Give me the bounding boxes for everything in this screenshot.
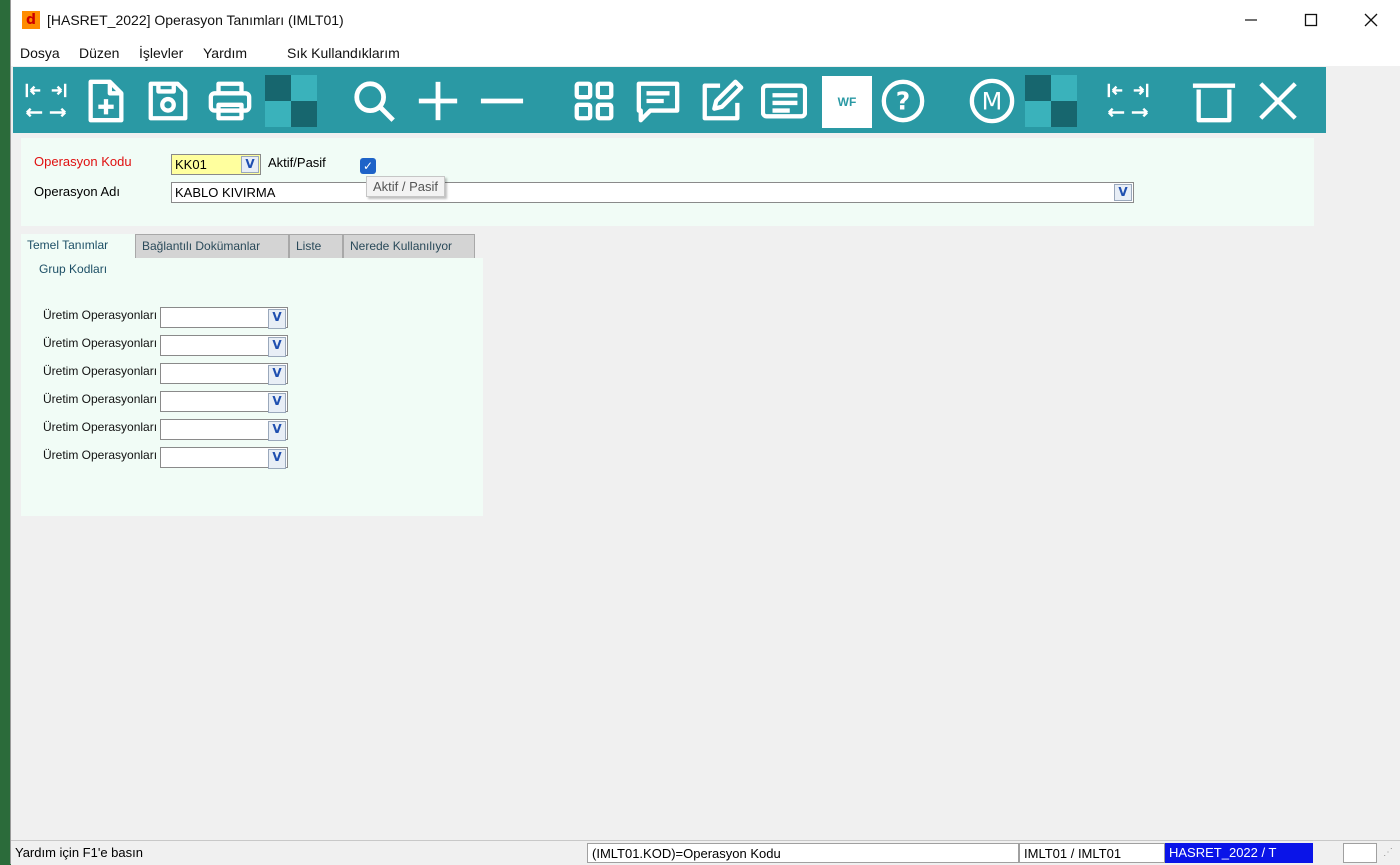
remove-button[interactable] (475, 75, 529, 127)
operasyon-kodu-value: KK01 (175, 157, 207, 172)
separator-pattern-1 (265, 75, 319, 127)
delete-button[interactable] (1187, 75, 1241, 127)
tab-temel-tanimlar[interactable]: Temel Tanımlar (21, 234, 135, 258)
help-button[interactable]: ? (876, 75, 930, 127)
maximize-icon (1304, 13, 1318, 27)
add-icon (418, 81, 458, 121)
m-icon: M (969, 78, 1015, 124)
minimize-button[interactable] (1220, 0, 1282, 40)
group-row-dropdown-button[interactable]: V (268, 449, 286, 469)
menu-dosya[interactable]: Dosya (20, 45, 60, 61)
toolbar: WF ? M (13, 67, 1326, 133)
app-logo-icon: d (22, 11, 40, 29)
operasyon-adi-field[interactable]: KABLO KIVIRMA V (171, 182, 1134, 203)
delete-icon (1192, 83, 1236, 123)
grup-kodlari-panel (21, 258, 483, 516)
status-help-text: Yardım için F1'e basın (15, 845, 143, 860)
edit-button[interactable] (695, 75, 749, 127)
status-field-info: (IMLT01.KOD)=Operasyon Kodu (587, 843, 1019, 863)
group-row-combo[interactable]: V (160, 391, 288, 413)
close-form-button[interactable] (1251, 75, 1305, 127)
navigate-button[interactable] (1101, 75, 1155, 127)
m-button[interactable]: M (965, 75, 1019, 127)
tab-nerede-kullaniliyor[interactable]: Nerede Kullanılıyor (343, 234, 475, 258)
group-row-combo[interactable]: V (160, 447, 288, 469)
grid-view-button[interactable] (567, 75, 621, 127)
menu-islevler[interactable]: İşlevler (139, 45, 183, 61)
grid-icon (574, 81, 614, 121)
operasyon-adi-label: Operasyon Adı (34, 184, 120, 199)
aktif-pasif-checkbox[interactable]: ✓ (360, 158, 376, 174)
group-row-label: Üretim Operasyonları (43, 336, 158, 350)
operasyon-adi-value: KABLO KIVIRMA (175, 185, 276, 200)
group-row-dropdown-button[interactable]: V (268, 337, 286, 357)
edit-icon (702, 79, 744, 121)
save-button[interactable] (141, 75, 195, 127)
operasyon-kodu-dropdown-button[interactable]: V (241, 156, 259, 173)
print-button[interactable] (203, 75, 257, 127)
menu-sik-kullandiklarim[interactable]: Sık Kullandıklarım (287, 45, 400, 61)
help-icon: ? (881, 79, 925, 123)
group-row-label: Üretim Operasyonları (43, 364, 158, 378)
menu-yardim[interactable]: Yardım (203, 45, 247, 61)
close-icon (1259, 82, 1297, 120)
help-symbol: ? (896, 87, 910, 116)
window-title: [HASRET_2022] Operasyon Tanımları (IMLT0… (47, 12, 344, 28)
group-row-dropdown-button[interactable]: V (268, 421, 286, 441)
group-row-dropdown-button[interactable]: V (268, 365, 286, 385)
operasyon-kodu-label: Operasyon Kodu (34, 154, 132, 169)
status-extra-cell (1343, 843, 1377, 863)
tab-baglantili-dokumanlar[interactable]: Bağlantılı Dokümanlar (135, 234, 289, 258)
operasyon-kodu-field[interactable]: KK01 V (171, 154, 261, 175)
m-symbol: M (982, 88, 1003, 116)
aktif-pasif-label: Aktif/Pasif (268, 155, 326, 170)
workflow-button[interactable]: WF (822, 76, 872, 128)
add-button[interactable] (411, 75, 465, 127)
group-row-label: Üretim Operasyonları (43, 392, 158, 406)
status-bar: Yardım için F1'e basın (IMLT01.KOD)=Oper… (11, 840, 1400, 865)
group-row-label: Üretim Operasyonları (43, 448, 158, 462)
group-row-combo[interactable]: V (160, 307, 288, 329)
separator-pattern-2 (1025, 75, 1079, 127)
first-last-nav-icon (25, 83, 67, 118)
close-window-button[interactable] (1340, 0, 1400, 40)
group-row-dropdown-button[interactable]: V (268, 309, 286, 329)
grup-kodlari-title: Grup Kodları (39, 262, 108, 276)
status-company: HASRET_2022 / T (1165, 843, 1313, 863)
tab-liste[interactable]: Liste (289, 234, 343, 258)
title-bar: d [HASRET_2022] Operasyon Tanımları (IML… (11, 0, 1400, 40)
minimize-icon (1245, 19, 1257, 21)
menu-bar: Dosya Düzen İşlevler Yardım Sık Kullandı… (11, 40, 1400, 66)
maximize-button[interactable] (1280, 0, 1342, 40)
close-icon (1364, 13, 1378, 27)
menu-duzen[interactable]: Düzen (79, 45, 119, 61)
search-icon (354, 81, 395, 122)
operasyon-adi-dropdown-button[interactable]: V (1114, 184, 1132, 201)
app-window: d [HASRET_2022] Operasyon Tanımları (IML… (10, 0, 1400, 865)
group-row-combo[interactable]: V (160, 335, 288, 357)
list-button[interactable] (757, 75, 811, 127)
checkmark-icon: ✓ (362, 159, 374, 173)
comment-icon (636, 81, 680, 123)
list-icon (761, 83, 807, 119)
group-row-combo[interactable]: V (160, 363, 288, 385)
nav-arrows-icon (1107, 83, 1149, 118)
save-icon (148, 81, 188, 121)
resize-grip-icon[interactable]: ⋰ (1379, 843, 1399, 863)
group-row-label: Üretim Operasyonları (43, 308, 158, 322)
group-row-dropdown-button[interactable]: V (268, 393, 286, 413)
aktif-pasif-tooltip: Aktif / Pasif (366, 176, 446, 197)
header-form-panel: Operasyon Kodu KK01 V Aktif/Pasif ✓ Oper… (21, 138, 1314, 226)
new-record-button[interactable] (79, 75, 133, 127)
new-document-icon (88, 79, 124, 123)
first-last-nav-button[interactable] (19, 75, 73, 127)
comment-button[interactable] (631, 75, 685, 127)
group-row-label: Üretim Operasyonları (43, 420, 158, 434)
remove-icon (480, 98, 524, 104)
right-gutter (1326, 67, 1400, 847)
group-row-combo[interactable]: V (160, 419, 288, 441)
status-form-code: IMLT01 / IMLT01 (1019, 843, 1165, 863)
search-button[interactable] (347, 75, 401, 127)
print-icon (208, 81, 252, 121)
